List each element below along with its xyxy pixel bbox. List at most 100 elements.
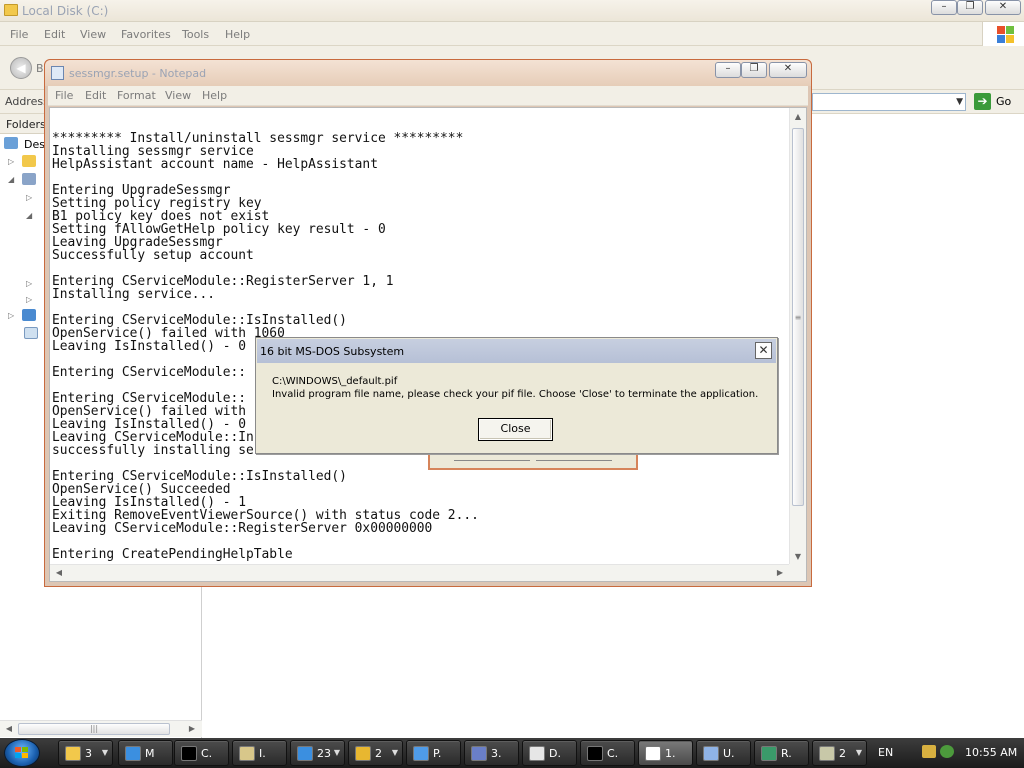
- taskbar-button[interactable]: 3 ▼: [58, 740, 113, 766]
- notepad-line[interactable]: Installing service...: [52, 288, 787, 301]
- chevron-down-icon[interactable]: ▼: [956, 97, 963, 107]
- taskbar-button[interactable]: P.: [406, 740, 461, 766]
- ie-icon: [297, 746, 313, 761]
- network-tray-icon[interactable]: [922, 745, 936, 758]
- taskbar-button[interactable]: 23 ▼: [290, 740, 345, 766]
- menu-view[interactable]: View: [165, 89, 191, 102]
- folders-label[interactable]: Folders: [6, 118, 46, 131]
- collapse-icon[interactable]: ◢: [26, 211, 35, 220]
- notepad-title: sessmgr.setup - Notepad: [69, 67, 207, 80]
- dialog-close-icon[interactable]: ✕: [755, 342, 772, 359]
- taskbar-button-label: D.: [549, 747, 561, 760]
- notepad-line[interactable]: Leaving CServiceModule::RegisterServer 0…: [52, 522, 787, 535]
- expand-icon[interactable]: ▷: [8, 311, 17, 320]
- menu-edit[interactable]: Edit: [44, 28, 65, 41]
- notepad-title-bar[interactable]: sessmgr.setup - Notepad – ❐ ✕: [45, 60, 811, 86]
- explorer-title-bar[interactable]: Local Disk (C:) – ❐ ✕: [0, 0, 1024, 22]
- menu-file[interactable]: File: [55, 89, 73, 102]
- taskbar-button[interactable]: 2 ▼: [348, 740, 403, 766]
- scroll-left-icon[interactable]: ◀: [3, 724, 15, 733]
- menu-edit[interactable]: Edit: [85, 89, 106, 102]
- clock[interactable]: 10:55 AM: [965, 746, 1017, 759]
- address-label: Address: [5, 95, 49, 108]
- menu-help[interactable]: Help: [202, 89, 227, 102]
- menu-help[interactable]: Help: [225, 28, 250, 41]
- tree-item-network[interactable]: ▷: [6, 308, 46, 324]
- system-tray: [916, 742, 966, 762]
- menu-favorites[interactable]: Favorites: [121, 28, 171, 41]
- close-button[interactable]: ✕: [769, 62, 807, 78]
- language-indicator[interactable]: EN: [878, 746, 893, 759]
- scroll-right-icon[interactable]: ▶: [186, 724, 198, 733]
- desktop-icon: [4, 137, 18, 149]
- scrollbar-thumb[interactable]: ≡: [792, 128, 804, 506]
- scroll-down-icon[interactable]: ▼: [792, 552, 804, 561]
- taskbar-button[interactable]: 3.: [464, 740, 519, 766]
- window-icon: [645, 746, 661, 761]
- update-tray-icon[interactable]: [940, 745, 954, 758]
- back-button[interactable]: ◀: [10, 57, 32, 79]
- menu-format[interactable]: Format: [117, 89, 156, 102]
- taskbar-button[interactable]: D.: [522, 740, 577, 766]
- chevron-down-icon: ▼: [333, 748, 340, 757]
- notepad-line[interactable]: HelpAssistant account name - HelpAssista…: [52, 158, 787, 171]
- explorer-menubar: File Edit View Favorites Tools Help: [0, 22, 1024, 46]
- start-button[interactable]: [4, 739, 40, 767]
- taskbar-button[interactable]: 2 ▼: [812, 740, 867, 766]
- folders-icon: [355, 746, 371, 761]
- cmd-icon: [181, 746, 197, 761]
- taskbar: 3 ▼ M C. I. 23 ▼ 2 ▼ P. 3. D. C. 1. U. R. 2 ▼ EN 10:55 AM: [0, 738, 1024, 768]
- chevron-down-icon: ▼: [855, 748, 862, 757]
- taskbar-button[interactable]: U.: [696, 740, 751, 766]
- minimize-button[interactable]: –: [931, 0, 957, 15]
- taskbar-button[interactable]: C.: [580, 740, 635, 766]
- vertical-scrollbar[interactable]: ▲ ≡ ▼: [789, 108, 806, 566]
- menu-view[interactable]: View: [80, 28, 106, 41]
- scrollbar-thumb[interactable]: |||: [18, 723, 170, 735]
- drive-icon: [4, 4, 18, 16]
- taskbar-button-label: 3.: [491, 747, 502, 760]
- expand-icon[interactable]: ▷: [8, 157, 17, 166]
- expand-icon[interactable]: ▷: [26, 295, 35, 304]
- horizontal-scrollbar[interactable]: ◀ ▶: [50, 564, 790, 581]
- taskbar-button[interactable]: 1.: [638, 740, 693, 766]
- maximize-button[interactable]: ❐: [741, 62, 767, 78]
- notepad-line[interactable]: Successfully setup account: [52, 249, 787, 262]
- notepad-menubar: File Edit Format View Help: [48, 86, 808, 106]
- close-button[interactable]: ✕: [985, 0, 1021, 15]
- cmd-icon: [587, 746, 603, 761]
- close-button[interactable]: Close: [478, 418, 553, 441]
- scroll-up-icon[interactable]: ▲: [792, 112, 804, 121]
- recycle-bin-icon: [24, 327, 38, 339]
- taskbar-button[interactable]: M: [118, 740, 173, 766]
- back-label: B: [36, 62, 44, 75]
- go-button[interactable]: ➔ Go: [972, 92, 1022, 112]
- dialog-title-bar[interactable]: 16 bit MS-DOS Subsystem ✕: [257, 339, 776, 363]
- taskbar-button[interactable]: I.: [232, 740, 287, 766]
- taskbar-button-label: P.: [433, 747, 442, 760]
- computer-icon: [22, 173, 36, 185]
- scroll-left-icon[interactable]: ◀: [53, 568, 65, 577]
- chevron-down-icon: ▼: [101, 748, 108, 757]
- minimize-button[interactable]: –: [715, 62, 741, 78]
- tree-item-documents[interactable]: ▷: [6, 154, 46, 170]
- menu-tools[interactable]: Tools: [182, 28, 209, 41]
- ie-icon: [125, 746, 141, 761]
- go-label: Go: [996, 95, 1012, 108]
- windows-logo-icon: [982, 22, 1024, 46]
- notepad-line[interactable]: Entering CreatePendingHelpTable: [52, 548, 787, 561]
- maximize-button[interactable]: ❐: [957, 0, 983, 15]
- expand-icon[interactable]: ▷: [26, 279, 35, 288]
- collapse-icon[interactable]: ◢: [8, 175, 17, 184]
- menu-file[interactable]: File: [10, 28, 28, 41]
- folders-horizontal-scrollbar[interactable]: ◀ ||| ▶: [0, 720, 202, 737]
- scroll-right-icon[interactable]: ▶: [774, 568, 786, 577]
- tree-item-computer[interactable]: ◢: [6, 172, 46, 188]
- taskbar-button[interactable]: C.: [174, 740, 229, 766]
- taskbar-button-label: C.: [201, 747, 213, 760]
- address-input[interactable]: ▼: [812, 93, 966, 111]
- resize-grip-icon[interactable]: [789, 564, 806, 581]
- taskbar-button[interactable]: R.: [754, 740, 809, 766]
- taskbar-button-label: 1.: [665, 747, 676, 760]
- expand-icon[interactable]: ▷: [26, 193, 35, 202]
